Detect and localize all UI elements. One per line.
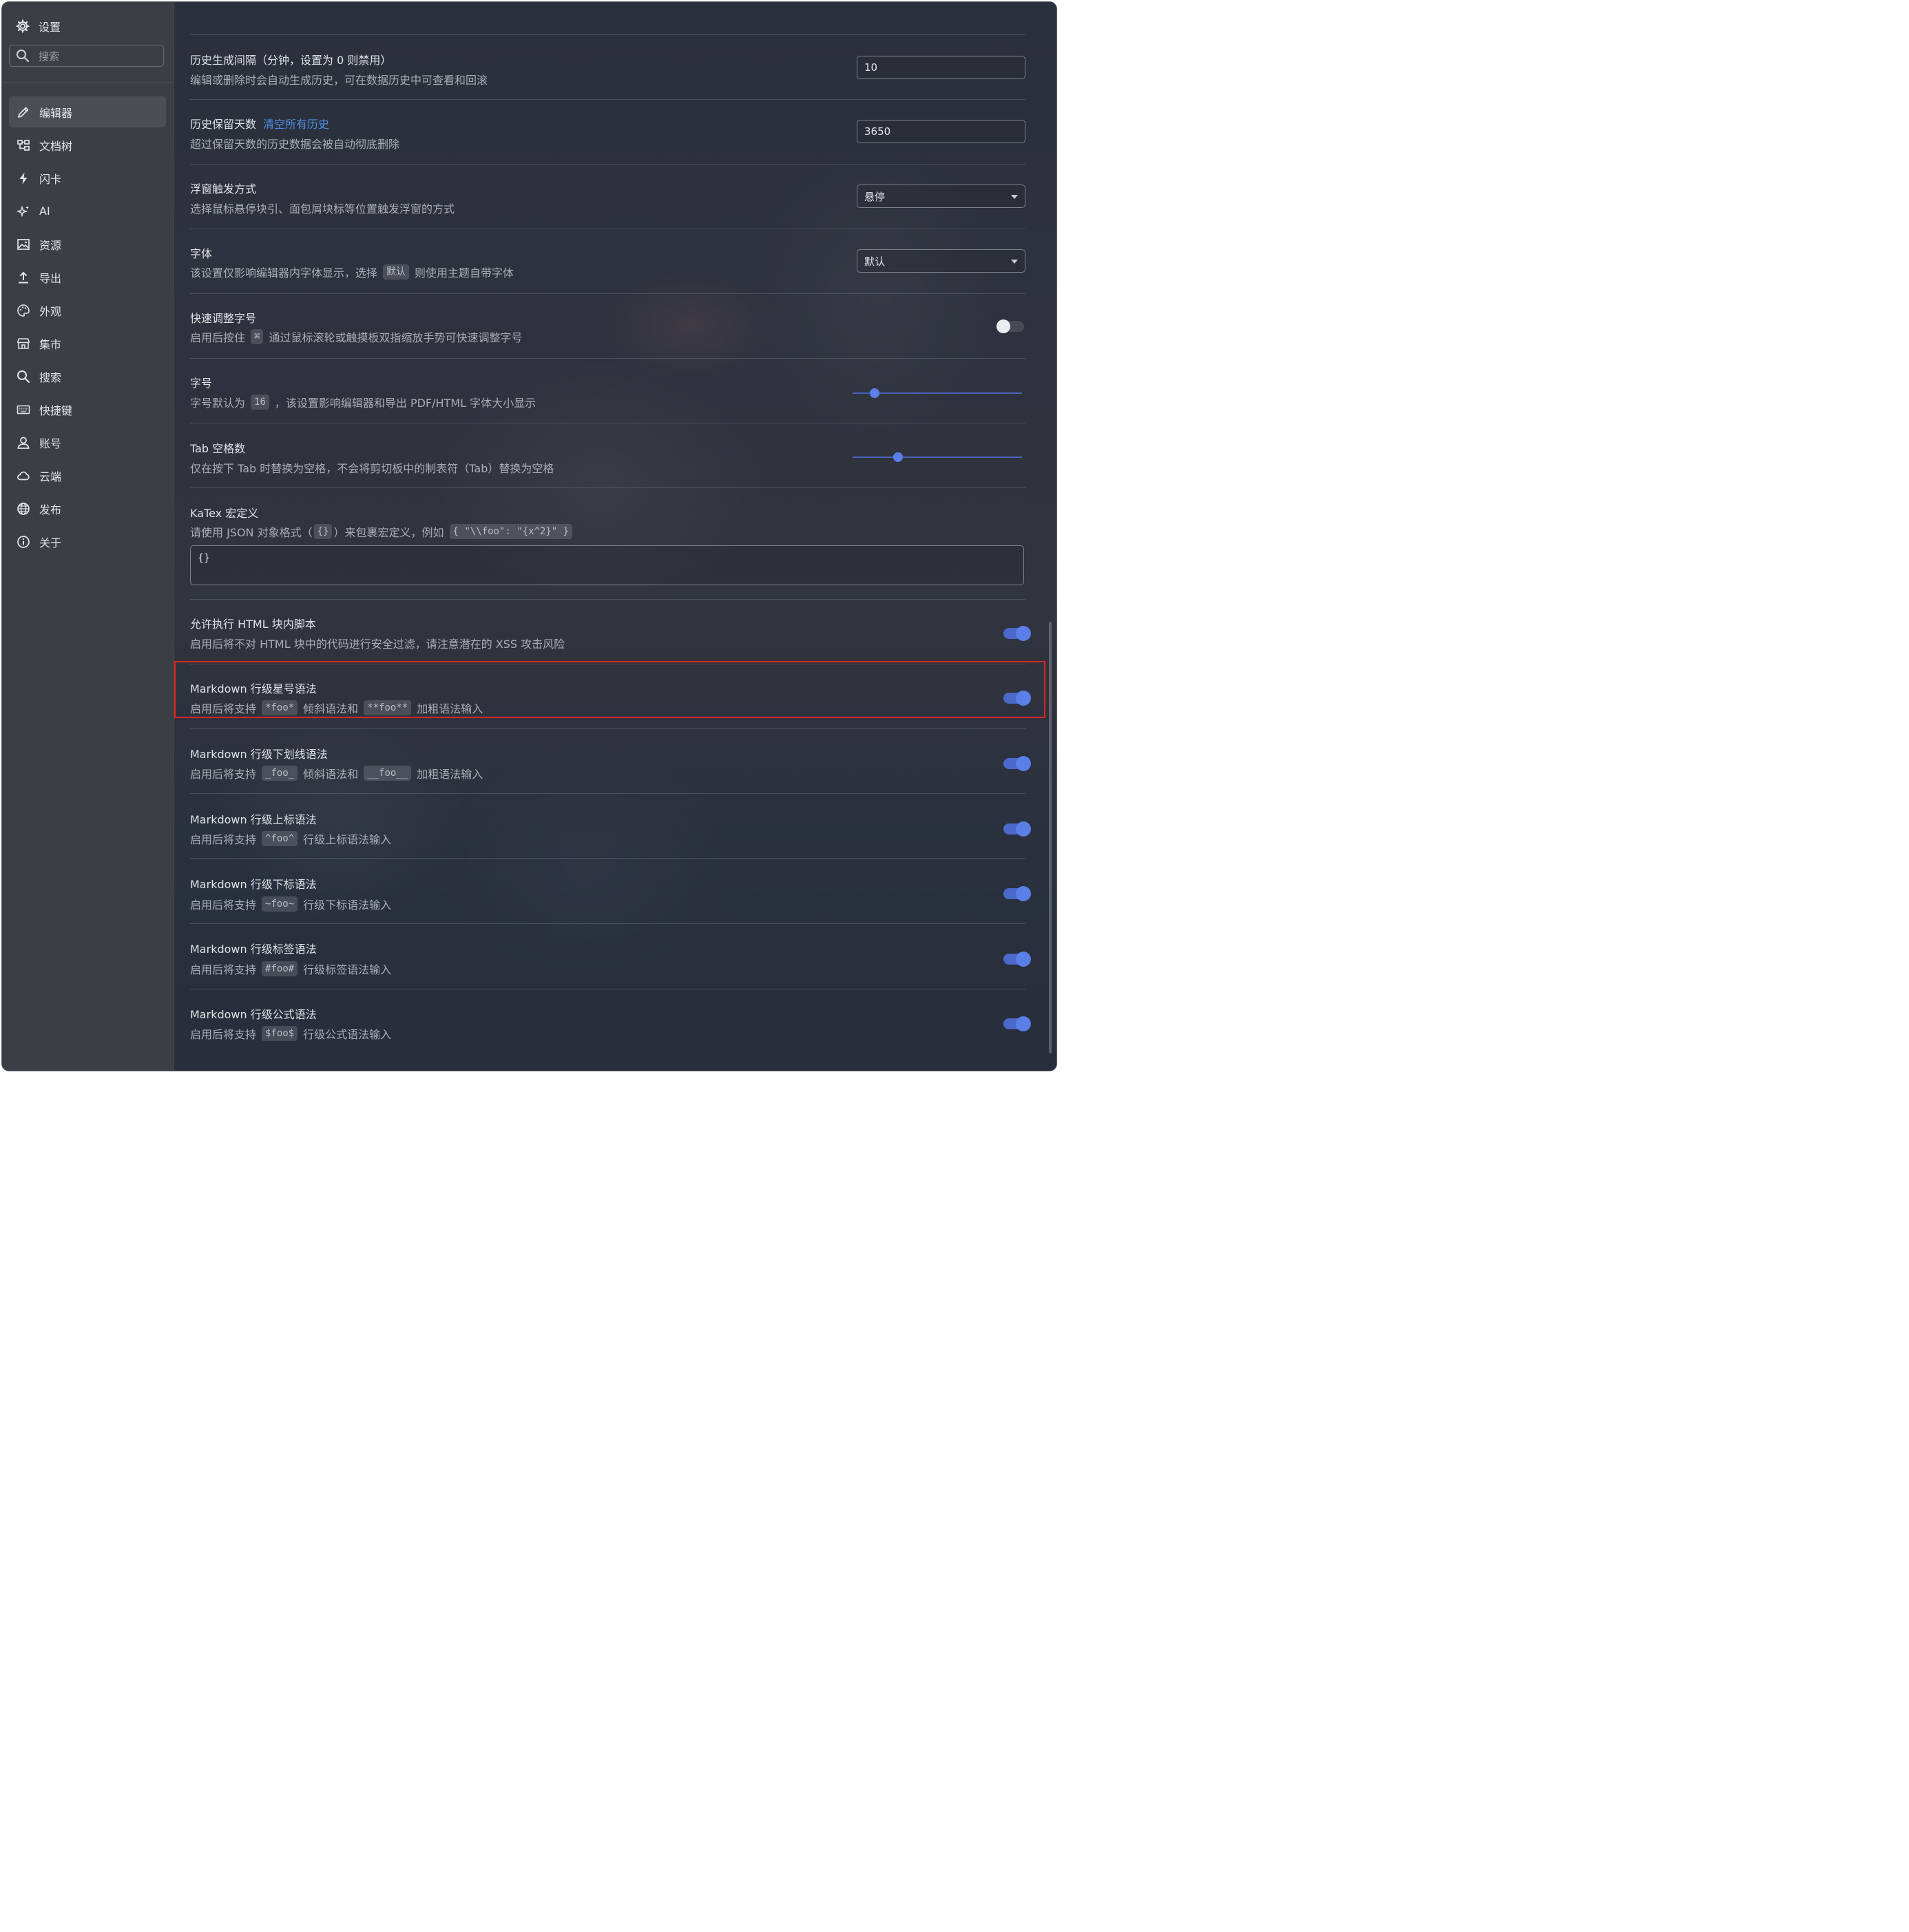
font-size-slider[interactable]: [853, 388, 1022, 398]
sidebar-item-about[interactable]: 关于: [9, 526, 166, 557]
settings-panel: 历史生成间隔（分钟，设置为 0 则禁用） 编辑或删除时会自动生成历史，可在数据历…: [190, 0, 1031, 1080]
inline-sup-toggle[interactable]: [1003, 821, 1031, 837]
setting-title: Markdown 行级下标语法: [190, 878, 317, 891]
sidebar-item-doctree[interactable]: 文档树: [9, 129, 166, 160]
setting-title: 浮窗触发方式: [190, 182, 257, 196]
setting-desc: 仅在按下 Tab 时替换为空格，不会将剪切板中的制表符（Tab）替换为空格: [190, 462, 554, 475]
gear-icon: [16, 19, 30, 33]
inline-sub-toggle[interactable]: [1003, 886, 1031, 901]
inline-tag-toggle[interactable]: [1003, 952, 1031, 967]
setting-title: 字号: [190, 377, 213, 390]
setting-history-interval: 历史生成间隔（分钟，设置为 0 则禁用） 编辑或删除时会自动生成历史，可在数据历…: [190, 35, 1025, 100]
setting-desc: 启用后将支持 #foo# 行级标签语法输入: [190, 960, 391, 977]
setting-allow-html: 允许执行 HTML 块内脚本 启用后将不对 HTML 块中的代码进行安全过滤，请…: [190, 600, 1031, 664]
globe-icon: [16, 501, 31, 516]
sidebar-item-editor[interactable]: 编辑器: [9, 96, 166, 127]
sidebar-item-bazaar[interactable]: 集市: [9, 328, 166, 359]
sidebar-item-assets[interactable]: 资源: [9, 229, 166, 260]
cloud-icon: [16, 468, 31, 483]
setting-inline-sup: Markdown 行级上标语法 启用后将支持 ^foo^ 行级上标语法输入: [190, 794, 1031, 859]
chevron-down-icon: [1011, 260, 1018, 264]
setting-font-size: 字号 字号默认为 16 ，该设置影响编辑器和导出 PDF/HTML 字体大小显示: [190, 359, 1025, 423]
slider-handle[interactable]: [869, 388, 879, 398]
sidebar-item-appearance[interactable]: 外观: [9, 295, 166, 326]
search-icon: [16, 49, 30, 63]
setting-title: 字体: [190, 247, 213, 260]
setting-desc: 选择鼠标悬停块引、面包屑块标等位置触发浮窗的方式: [190, 202, 455, 216]
setting-title: Markdown 行级标签语法: [190, 943, 317, 956]
setting-desc: 启用后将支持 _foo_ 倾斜语法和 __foo__ 加粗语法输入: [190, 765, 483, 781]
setting-desc: 启用后将不对 HTML 块中的代码进行安全过滤，请注意潜在的 XSS 攻击风险: [190, 638, 565, 651]
inline-math-toggle[interactable]: [1003, 1016, 1031, 1031]
export-icon: [16, 270, 31, 285]
setting-title: Markdown 行级下划线语法: [190, 748, 328, 761]
setting-inline-math: Markdown 行级公式语法 启用后将支持 $foo$ 行级公式语法输入: [190, 989, 1031, 1053]
setting-title: 历史保留天数 清空所有历史: [190, 118, 330, 131]
slider-handle[interactable]: [893, 452, 904, 462]
setting-desc: 请使用 JSON 对象格式（{} ）来包裹宏定义，例如{ "\\foo": "{x…: [190, 523, 578, 540]
palette-icon: [16, 303, 31, 318]
setting-title: 历史生成间隔（分钟，设置为 0 则禁用）: [190, 54, 392, 67]
setting-desc: 启用后将支持 ~foo~ 行级下标语法输入: [190, 896, 391, 912]
setting-inline-underscore: Markdown 行级下划线语法 启用后将支持 _foo_ 倾斜语法和 __foo__…: [190, 729, 1031, 794]
sidebar-item-search[interactable]: 搜索: [9, 361, 166, 392]
setting-quick-font-size: 快速调整字号 启用后按住 ⌘ 通过鼠标滚轮或触摸板双指缩放手势可快速调整字号: [190, 294, 1025, 359]
settings-title: 设置: [16, 17, 61, 35]
sidebar-item-keymap[interactable]: 快捷键: [9, 394, 166, 425]
setting-history-keep-days: 历史保留天数 清空所有历史 超过保留天数的历史数据会被自动彻底删除 3650: [190, 100, 1025, 165]
history-keep-days-input[interactable]: 3650: [857, 120, 1025, 143]
font-select[interactable]: 默认: [857, 249, 1025, 273]
katex-macros-textarea[interactable]: {}: [190, 545, 1024, 585]
store-icon: [16, 336, 31, 351]
setting-desc: 超过保留天数的历史数据会被自动彻底删除: [190, 138, 400, 151]
setting-font: 字体 该设置仅影响编辑器内字体显示，选择 默认 则使用主题自带字体 默认: [190, 229, 1025, 294]
setting-inline-sub: Markdown 行级下标语法 启用后将支持 ~foo~ 行级下标语法输入: [190, 859, 1031, 924]
highlight-box: [174, 661, 1045, 718]
setting-desc: 启用后按住 ⌘ 通过鼠标滚轮或触摸板双指缩放手势可快速调整字号: [190, 328, 522, 345]
sidebar-item-export[interactable]: 导出: [9, 262, 166, 293]
history-interval-input[interactable]: 10: [857, 56, 1025, 79]
quick-font-size-toggle[interactable]: [997, 319, 1024, 333]
setting-desc: 编辑或删除时会自动生成历史，可在数据历史中可查看和回滚: [190, 74, 488, 87]
allow-html-toggle[interactable]: [1003, 626, 1031, 641]
sidebar-nav: 编辑器 文档树 闪卡 AI 资源 导出 外观 集市 搜索 快捷键 账号 云端 发…: [9, 96, 166, 559]
doctree-icon: [16, 138, 31, 153]
inline-underscore-toggle[interactable]: [1003, 756, 1031, 771]
pencil-icon: [16, 105, 31, 120]
lightning-icon: [16, 171, 31, 186]
setting-desc: 启用后将支持 $foo$ 行级公式语法输入: [190, 1025, 391, 1042]
tab-space-slider[interactable]: [853, 452, 1022, 462]
search-icon: [16, 369, 31, 384]
scrollbar[interactable]: [1049, 622, 1052, 1053]
sidebar-item-publish[interactable]: 发布: [9, 493, 166, 524]
setting-title: Markdown 行级公式语法: [190, 1008, 317, 1021]
sparkle-icon: [16, 204, 31, 219]
setting-desc: 启用后将支持 ^foo^ 行级上标语法输入: [190, 830, 391, 847]
keyboard-icon: [16, 402, 31, 417]
sidebar-search-input[interactable]: 搜索: [9, 45, 164, 67]
setting-title: KaTex 宏定义: [190, 507, 259, 520]
setting-inline-tag: Markdown 行级标签语法 启用后将支持 #foo# 行级标签语法输入: [190, 924, 1031, 989]
setting-title: Markdown 行级上标语法: [190, 813, 317, 826]
sidebar: 设置 搜索 编辑器 文档树 闪卡 AI 资源 导出 外观 集市 搜索 快捷键 账…: [2, 2, 174, 1071]
clear-history-link[interactable]: 清空所有历史: [263, 118, 329, 131]
chevron-down-icon: [1011, 195, 1018, 199]
sidebar-item-flashcard[interactable]: 闪卡: [9, 162, 166, 193]
setting-title: 快速调整字号: [190, 312, 257, 325]
sidebar-item-account[interactable]: 账号: [9, 427, 166, 458]
info-icon: [16, 534, 31, 549]
setting-title: Tab 空格数: [190, 442, 246, 455]
sidebar-item-cloud[interactable]: 云端: [9, 460, 166, 491]
setting-desc: 字号默认为 16 ，该设置影响编辑器和导出 PDF/HTML 字体大小显示: [190, 394, 536, 410]
setting-desc: 该设置仅影响编辑器内字体显示，选择 默认 则使用主题自带字体: [190, 264, 514, 280]
setting-float-trigger: 浮窗触发方式 选择鼠标悬停块引、面包屑块标等位置触发浮窗的方式 悬停: [190, 165, 1025, 229]
sidebar-item-ai[interactable]: AI: [9, 196, 166, 227]
image-icon: [16, 237, 31, 252]
user-icon: [16, 435, 31, 450]
setting-tab-space: Tab 空格数 仅在按下 Tab 时替换为空格，不会将剪切板中的制表符（Tab）…: [190, 423, 1025, 488]
setting-title: 允许执行 HTML 块内脚本: [190, 618, 316, 631]
float-trigger-select[interactable]: 悬停: [857, 185, 1025, 208]
